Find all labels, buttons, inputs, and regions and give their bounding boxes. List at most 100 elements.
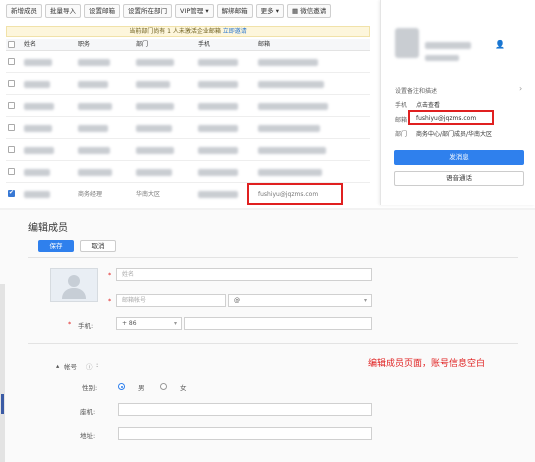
avatar-placeholder-icon [62, 275, 86, 299]
inactive-notice: 当前部门尚有 1 人未激活企业邮箱 立即邀请 [6, 26, 370, 37]
header-email: 邮箱 [258, 41, 271, 48]
left-scrollbar[interactable] [0, 284, 5, 462]
table-row[interactable] [6, 162, 370, 183]
bulk-import-button[interactable]: 批量导入 [45, 4, 81, 18]
phone-reveal-link[interactable]: 点击查看 [416, 100, 440, 109]
divider [28, 343, 518, 344]
table-row[interactable] [6, 118, 370, 139]
redacted-name [24, 191, 50, 198]
unbind-email-button[interactable]: 解绑邮箱 [216, 4, 253, 18]
chevron-down-icon: ▾ [173, 320, 177, 327]
row-checkbox[interactable] [8, 58, 15, 65]
male-label: 男 [138, 384, 145, 392]
more-label: 更多 [260, 7, 274, 15]
header-position: 职务 [78, 41, 91, 48]
table-row[interactable] [6, 52, 370, 73]
table-header: 姓名 职务 部门 手机 邮箱 [6, 39, 370, 51]
row-department: 华南大区 [136, 191, 161, 198]
address-input[interactable] [118, 427, 372, 440]
chevron-down-icon: ▾ [275, 7, 279, 15]
voice-call-button[interactable]: 语音通话 [394, 171, 524, 186]
redacted-email [258, 147, 326, 154]
phone-field-label: 手机: [78, 322, 94, 330]
table-row[interactable] [6, 74, 370, 95]
redacted-phone [198, 169, 238, 176]
table-row[interactable] [6, 140, 370, 161]
edit-member-panel: 编辑成员 保存 取消 * 姓名 * 邮箱帐号 @ ▾ * 手机: + 86 ▾ … [0, 210, 535, 462]
redacted-position [78, 169, 112, 176]
header-phone: 手机 [198, 41, 211, 48]
row-checkbox[interactable] [8, 168, 15, 175]
redacted-email [258, 169, 322, 176]
row-checkbox[interactable] [8, 124, 15, 131]
redacted-phone [198, 125, 238, 132]
divider [28, 257, 518, 258]
landline-label: 座机: [80, 408, 96, 416]
remark-link[interactable]: 设置备注和描述 [395, 86, 437, 95]
row-checkbox[interactable] [8, 146, 15, 153]
header-department: 部门 [136, 41, 149, 48]
phone-input[interactable] [184, 317, 372, 330]
table-row[interactable] [6, 96, 370, 117]
wechat-invite-button[interactable]: ▦ 微信邀请 [286, 4, 332, 18]
redacted-email [258, 103, 328, 110]
redacted-position [78, 81, 108, 88]
collapse-icon[interactable]: ▴ [56, 362, 59, 370]
row-position: 商务经理 [78, 191, 103, 198]
new-member-button[interactable]: 新增成员 [6, 4, 42, 18]
wechat-invite-label: 微信邀请 [300, 7, 327, 15]
cancel-button[interactable]: 取消 [80, 240, 116, 252]
redacted-phone [198, 103, 238, 110]
female-radio[interactable] [160, 383, 167, 390]
country-code-select[interactable]: + 86 ▾ [116, 317, 182, 330]
redacted-email [258, 59, 318, 66]
redacted-phone [198, 191, 238, 198]
redacted-position [78, 103, 112, 110]
required-marker: * [68, 320, 72, 328]
row-checkbox[interactable] [8, 80, 15, 87]
row-checkbox[interactable] [8, 102, 15, 109]
redacted-member-name [425, 42, 471, 49]
account-section-label: 帐号 [64, 363, 77, 371]
redacted-position [78, 147, 110, 154]
page-title: 编辑成员 [28, 223, 68, 234]
redacted-department [136, 81, 170, 88]
save-button[interactable]: 保存 [38, 240, 74, 252]
email-domain-select[interactable]: @ ▾ [228, 294, 372, 307]
send-message-button[interactable]: 发消息 [394, 150, 524, 165]
avatar-upload[interactable] [50, 268, 98, 302]
annotation-note: 编辑成员页面，账号信息空白 [368, 359, 486, 369]
colon-text: : [96, 361, 99, 369]
email-account-input[interactable]: 邮箱帐号 [116, 294, 226, 307]
more-button[interactable]: 更多 ▾ [255, 4, 284, 18]
select-all-checkbox[interactable] [8, 41, 15, 48]
gender-label: 性别: [82, 384, 98, 392]
member-profile-card: 👤 设置备注和描述 › 手机 点击查看 邮箱 fushiyu@jqzms.com… [380, 0, 535, 205]
redacted-name [24, 103, 54, 110]
row-checkbox-checked[interactable] [8, 189, 15, 197]
redacted-phone [198, 81, 238, 88]
redacted-name [24, 59, 52, 66]
landline-input[interactable] [118, 403, 372, 416]
redacted-department [136, 147, 174, 154]
redacted-department [136, 59, 174, 66]
redacted-name [24, 147, 54, 154]
vip-manage-button[interactable]: VIP管理 ▾ [175, 4, 214, 18]
redacted-email [258, 125, 320, 132]
set-department-button[interactable]: 设置所在部门 [123, 4, 172, 18]
chevron-right-icon: › [519, 84, 523, 93]
male-radio[interactable] [118, 383, 125, 390]
notice-text: 当前部门尚有 1 人未激活企业邮箱 [129, 28, 221, 35]
redacted-name [24, 125, 52, 132]
redacted-position [78, 125, 108, 132]
redacted-department [136, 103, 174, 110]
name-input[interactable]: 姓名 [116, 268, 372, 281]
set-email-button[interactable]: 设置邮箱 [84, 4, 120, 18]
required-marker: * [108, 297, 112, 305]
department-label: 部门 [395, 131, 408, 138]
member-list-panel: 新增成员 批量导入 设置邮箱 设置所在部门 VIP管理 ▾ 解绑邮箱 更多 ▾ … [0, 0, 535, 208]
female-label: 女 [180, 384, 187, 392]
redacted-name [24, 81, 50, 88]
invite-now-link[interactable]: 立即邀请 [223, 28, 247, 35]
vip-manage-label: VIP管理 [180, 7, 204, 15]
